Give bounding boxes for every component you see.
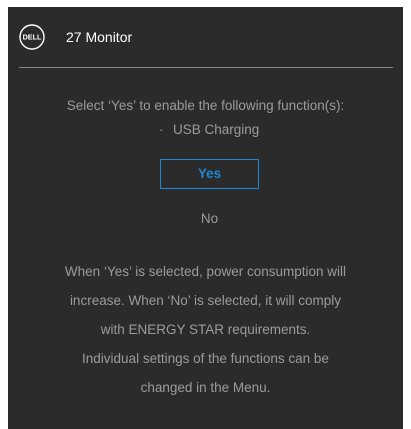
info-line: Individual settings of the functions can… <box>82 351 329 366</box>
monitor-title: 27 Monitor <box>66 29 133 45</box>
info-line: with ENERGY STAR requirements. <box>100 322 311 337</box>
info-line: When ‘Yes’ is selected, power consumptio… <box>64 264 347 279</box>
yes-button[interactable]: Yes <box>160 159 259 189</box>
header-divider <box>19 67 393 68</box>
no-button[interactable]: No <box>160 206 259 232</box>
info-line: changed in the Menu. <box>140 380 271 395</box>
energy-info-text: When ‘Yes’ is selected, power consumptio… <box>8 262 403 407</box>
bullet-icon: · <box>159 122 164 137</box>
function-label: USB Charging <box>173 122 260 137</box>
function-item-usb-charging: · USB Charging <box>159 121 259 139</box>
dell-logo-icon: DELL <box>19 24 45 50</box>
dell-logo-text: DELL <box>23 33 42 42</box>
osd-header: DELL 27 Monitor <box>8 7 403 67</box>
function-prompt: Select ‘Yes’ to enable the following fun… <box>66 98 345 113</box>
osd-dialog: DELL 27 Monitor Select ‘Yes’ to enable t… <box>8 7 403 429</box>
info-line: increase. When ‘No’ is selected, it will… <box>69 293 342 308</box>
